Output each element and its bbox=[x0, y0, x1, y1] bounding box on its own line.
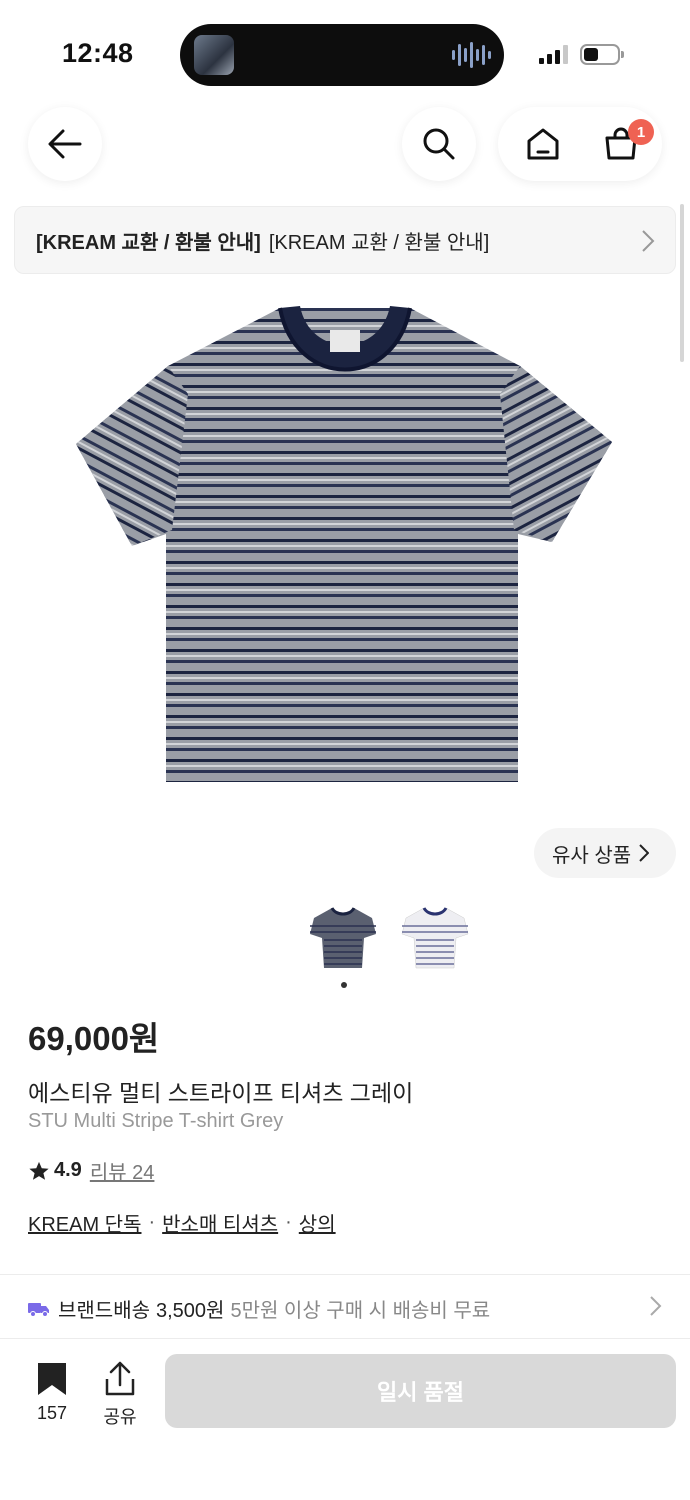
scrollbar[interactable] bbox=[680, 204, 684, 362]
notice-text: [KREAM 교환 / 환불 안내] bbox=[268, 231, 490, 254]
search-button[interactable] bbox=[402, 107, 476, 181]
divider bbox=[0, 1274, 690, 1275]
now-playing-artwork bbox=[194, 35, 234, 75]
search-icon bbox=[423, 128, 455, 160]
tag-separator: · bbox=[148, 1211, 156, 1233]
truck-icon bbox=[28, 1302, 49, 1317]
status-bar: 12:48 bbox=[0, 0, 690, 100]
star-icon bbox=[29, 1161, 49, 1180]
bookmark-icon bbox=[38, 1363, 66, 1395]
cart-count-badge: 1 bbox=[628, 119, 654, 145]
tag-short-sleeve-tshirt[interactable]: 반소매 티셔츠 bbox=[162, 1208, 278, 1237]
delivery-info[interactable]: 브랜드배송 3,500원 5만원 이상 구매 시 배송비 무료 bbox=[28, 1294, 668, 1323]
delivery-note: 5만원 이상 구매 시 배송비 무료 bbox=[230, 1300, 491, 1322]
battery-icon bbox=[580, 44, 624, 65]
rating-value: 4.9 bbox=[54, 1159, 82, 1181]
dynamic-island bbox=[180, 24, 504, 86]
product-image[interactable] bbox=[60, 294, 630, 794]
product-price: 69,000원 bbox=[28, 1020, 160, 1057]
thumbnail-grey[interactable] bbox=[308, 904, 378, 970]
home-icon bbox=[527, 128, 559, 160]
tag-kream-exclusive[interactable]: KREAM 단독 bbox=[28, 1208, 141, 1237]
tag-separator: · bbox=[285, 1211, 292, 1233]
thumbnail-white[interactable] bbox=[400, 904, 470, 970]
chevron-right-icon bbox=[639, 844, 650, 862]
share-button[interactable]: 공유 bbox=[96, 1361, 144, 1429]
share-icon bbox=[105, 1361, 135, 1396]
signal-icon bbox=[539, 44, 568, 64]
cart-button[interactable]: 1 bbox=[584, 107, 658, 181]
share-label: 공유 bbox=[103, 1407, 137, 1427]
category-tags: KREAM 단독 · 반소매 티셔츠 · 상의 bbox=[28, 1208, 336, 1237]
bookmark-button[interactable]: 157 bbox=[28, 1361, 76, 1424]
product-name-en: STU Multi Stripe T-shirt Grey bbox=[28, 1110, 284, 1132]
exchange-refund-notice[interactable]: [KREAM 교환 / 환불 안내] [KREAM 교환 / 환불 안내] bbox=[14, 206, 676, 274]
bottom-action-bar: 157 공유 일시 품절 bbox=[0, 1338, 690, 1500]
similar-products-button[interactable]: 유사 상품 bbox=[534, 828, 676, 878]
product-name-ko: 에스티유 멀티 스트라이프 티셔츠 그레이 bbox=[28, 1080, 414, 1106]
carousel-indicator bbox=[341, 982, 347, 988]
bookmark-count: 157 bbox=[36, 1403, 68, 1423]
notice-title: [KREAM 교환 / 환불 안내] bbox=[36, 231, 261, 254]
sold-out-button[interactable]: 일시 품절 bbox=[165, 1354, 676, 1428]
delivery-label: 브랜드배송 bbox=[58, 1300, 150, 1322]
tag-top[interactable]: 상의 bbox=[299, 1208, 336, 1237]
delivery-fee: 3,500원 bbox=[156, 1300, 225, 1322]
home-button[interactable] bbox=[506, 107, 580, 181]
color-variants bbox=[308, 904, 470, 970]
similar-products-label: 유사 상품 bbox=[552, 844, 632, 867]
chevron-right-icon bbox=[650, 1296, 662, 1316]
status-time: 12:48 bbox=[62, 38, 134, 68]
rating-row: 4.9 리뷰 24 bbox=[28, 1156, 154, 1185]
review-link[interactable]: 리뷰 24 bbox=[90, 1156, 155, 1185]
header-actions: 1 bbox=[498, 107, 662, 181]
back-button[interactable] bbox=[28, 107, 102, 181]
chevron-right-icon bbox=[642, 230, 655, 252]
back-arrow-icon bbox=[48, 129, 82, 159]
audio-wave-icon bbox=[452, 41, 491, 69]
